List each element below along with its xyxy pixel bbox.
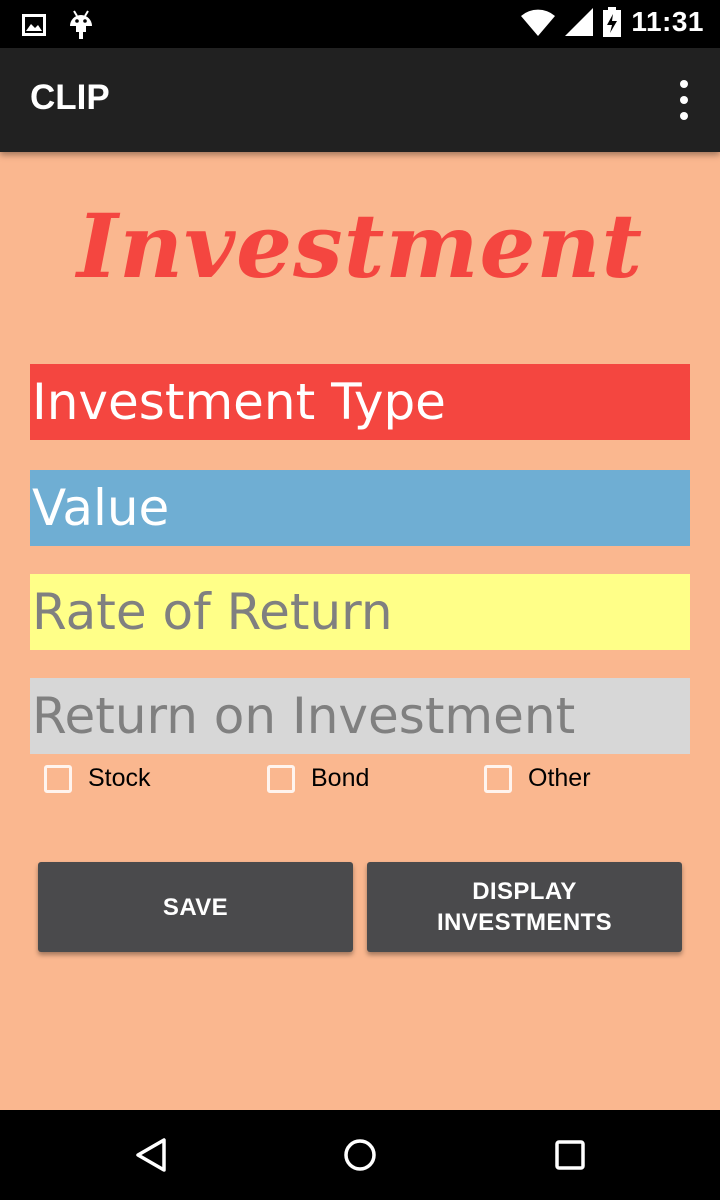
recents-icon[interactable] — [547, 1132, 593, 1178]
save-button[interactable]: SAVE — [38, 862, 353, 952]
cell-signal-icon — [565, 8, 594, 36]
other-checkbox[interactable]: Other — [484, 764, 591, 793]
checkbox-icon[interactable] — [44, 764, 72, 793]
overflow-dot — [680, 112, 688, 120]
battery-charging-icon — [603, 7, 622, 37]
bond-checkbox[interactable]: Bond — [267, 764, 369, 793]
home-icon[interactable] — [337, 1132, 383, 1178]
status-bar: 11:31 — [0, 0, 720, 48]
navigation-bar — [0, 1110, 720, 1200]
checkbox-icon[interactable] — [267, 764, 295, 793]
save-button-label: SAVE — [162, 893, 229, 921]
android-debug-icon — [70, 10, 92, 39]
value-input[interactable] — [30, 470, 690, 546]
rate-of-return-input[interactable] — [30, 574, 690, 650]
display-investments-button-label: DISPLAY INVESTMENTS — [436, 878, 613, 936]
status-bar-system: 11:31 — [521, 6, 704, 38]
return-on-investment-input[interactable] — [30, 678, 690, 754]
back-icon[interactable] — [128, 1132, 174, 1178]
main-content: Investment Stock Bond Other SAVE DISPLAY… — [0, 152, 720, 1110]
stock-checkbox[interactable]: Stock — [44, 764, 151, 793]
investment-type-input[interactable] — [30, 364, 690, 440]
page-title: Investment — [76, 194, 644, 298]
status-bar-notifications — [22, 10, 94, 40]
overflow-menu-icon[interactable] — [674, 80, 694, 120]
checkbox-icon[interactable] — [484, 764, 512, 793]
clock: 11:31 — [631, 6, 704, 37]
wifi-icon — [521, 9, 556, 36]
overflow-dot — [680, 80, 688, 88]
app-bar: CLIP — [0, 48, 720, 152]
app-title: CLIP — [30, 78, 110, 117]
stock-checkbox-label: Stock — [88, 764, 151, 792]
bond-checkbox-label: Bond — [311, 764, 370, 792]
image-notification-icon — [22, 14, 46, 36]
overflow-dot — [680, 96, 688, 104]
other-checkbox-label: Other — [528, 764, 591, 792]
display-investments-button[interactable]: DISPLAY INVESTMENTS — [367, 862, 682, 952]
